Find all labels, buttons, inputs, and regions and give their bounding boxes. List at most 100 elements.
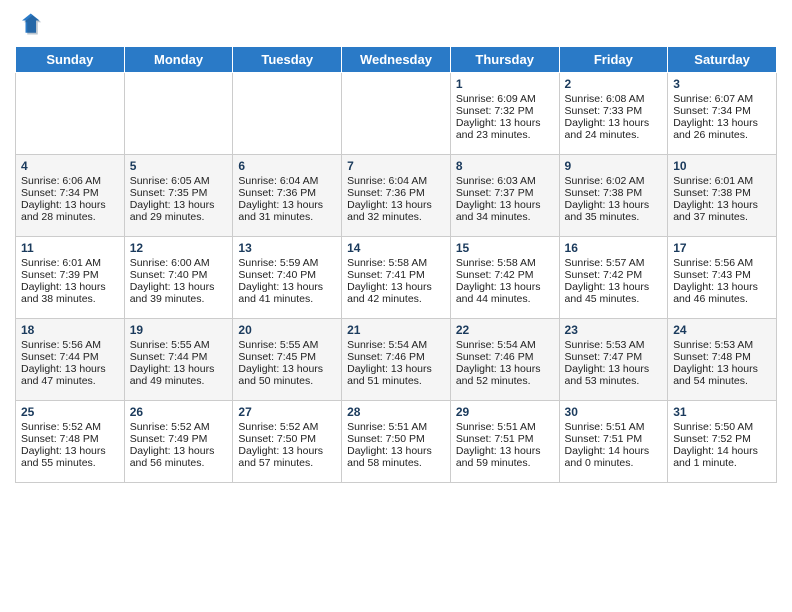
cell-content-line: Sunrise: 5:53 AM — [565, 339, 663, 351]
day-number: 20 — [238, 323, 336, 337]
header — [15, 10, 777, 38]
cell-content-line: Daylight: 14 hours — [565, 445, 663, 457]
page-container: SundayMondayTuesdayWednesdayThursdayFrid… — [0, 0, 792, 493]
day-header-friday: Friday — [559, 47, 668, 73]
calendar-cell: 6Sunrise: 6:04 AMSunset: 7:36 PMDaylight… — [233, 155, 342, 237]
calendar-cell: 2Sunrise: 6:08 AMSunset: 7:33 PMDaylight… — [559, 73, 668, 155]
cell-content-line: Daylight: 13 hours — [565, 199, 663, 211]
day-number: 28 — [347, 405, 445, 419]
cell-content-line: Sunrise: 6:01 AM — [21, 257, 119, 269]
cell-content-line: Sunrise: 6:05 AM — [130, 175, 228, 187]
cell-content-line: Sunset: 7:52 PM — [673, 433, 771, 445]
cell-content-line: Sunrise: 5:56 AM — [673, 257, 771, 269]
cell-content-line: and 38 minutes. — [21, 293, 119, 305]
calendar-cell: 1 Sunrise: 6:09 AMSunset: 7:32 PMDaylight… — [450, 73, 559, 155]
day-number: 26 — [130, 405, 228, 419]
cell-content-line: Sunset: 7:34 PM — [673, 105, 771, 117]
cell-content-line: Daylight: 13 hours — [456, 117, 554, 129]
calendar-cell: 27Sunrise: 5:52 AMSunset: 7:50 PMDayligh… — [233, 401, 342, 483]
cell-content-line: and 55 minutes. — [21, 457, 119, 469]
day-number: 1 — [456, 77, 554, 91]
calendar-cell: 15Sunrise: 5:58 AMSunset: 7:42 PMDayligh… — [450, 237, 559, 319]
cell-content-line: and 58 minutes. — [347, 457, 445, 469]
cell-content-line: and 32 minutes. — [347, 211, 445, 223]
cell-content-line: Daylight: 13 hours — [347, 199, 445, 211]
cell-content-line: Sunrise: 5:53 AM — [673, 339, 771, 351]
cell-content-line: Daylight: 13 hours — [130, 281, 228, 293]
day-header-monday: Monday — [124, 47, 233, 73]
day-number: 19 — [130, 323, 228, 337]
calendar-cell — [342, 73, 451, 155]
day-number: 17 — [673, 241, 771, 255]
calendar-cell: 25Sunrise: 5:52 AMSunset: 7:48 PMDayligh… — [16, 401, 125, 483]
calendar-cell: 14Sunrise: 5:58 AMSunset: 7:41 PMDayligh… — [342, 237, 451, 319]
calendar-cell: 24Sunrise: 5:53 AMSunset: 7:48 PMDayligh… — [668, 319, 777, 401]
calendar-cell: 28 Sunrise: 5:51 AMSunset: 7:50 PMDayligh… — [342, 401, 451, 483]
cell-content-line: Sunrise: 6:09 AM — [456, 93, 554, 105]
calendar-week-1: 1Sunrise: 6:09 AMSunset: 7:32 PMDaylight… — [16, 73, 777, 155]
calendar-cell: 5 Sunrise: 6:05 AMSunset: 7:35 PMDaylight… — [124, 155, 233, 237]
day-number: 21 — [347, 323, 445, 337]
cell-content-line: and 45 minutes. — [565, 293, 663, 305]
day-number: 10 — [673, 159, 771, 173]
cell-content-line: Sunset: 7:43 PM — [673, 269, 771, 281]
calendar-cell: 29Sunrise: 5:51 AMSunset: 7:51 PMDayligh… — [450, 401, 559, 483]
calendar-cell: 7Sunrise: 6:04 AMSunset: 7:36 PMDaylight… — [342, 155, 451, 237]
cell-content-line: and 31 minutes. — [238, 211, 336, 223]
day-number: 24 — [673, 323, 771, 337]
cell-content-line: and 49 minutes. — [130, 375, 228, 387]
cell-content-line: Daylight: 13 hours — [673, 199, 771, 211]
calendar-cell: 11Sunrise: 6:01 AMSunset: 7:39 PMDayligh… — [16, 237, 125, 319]
cell-content-line: and 47 minutes. — [21, 375, 119, 387]
cell-content-line: Sunrise: 5:57 AM — [565, 257, 663, 269]
cell-content-line: and 54 minutes. — [673, 375, 771, 387]
cell-content-line: Daylight: 13 hours — [565, 117, 663, 129]
cell-content-line: and 0 minutes. — [565, 457, 663, 469]
day-number: 31 — [673, 405, 771, 419]
cell-content-line: Sunset: 7:46 PM — [456, 351, 554, 363]
cell-content-line: Sunset: 7:35 PM — [130, 187, 228, 199]
cell-content-line: Sunset: 7:51 PM — [456, 433, 554, 445]
calendar-header-row: SundayMondayTuesdayWednesdayThursdayFrid… — [16, 47, 777, 73]
day-number: 15 — [456, 241, 554, 255]
cell-content-line: Daylight: 13 hours — [130, 199, 228, 211]
cell-content-line: Daylight: 13 hours — [347, 363, 445, 375]
calendar-week-4: 18Sunrise: 5:56 AMSunset: 7:44 PMDayligh… — [16, 319, 777, 401]
calendar-cell: 26Sunrise: 5:52 AMSunset: 7:49 PMDayligh… — [124, 401, 233, 483]
cell-content-line: Daylight: 13 hours — [21, 445, 119, 457]
cell-content-line: Sunset: 7:48 PM — [673, 351, 771, 363]
day-header-sunday: Sunday — [16, 47, 125, 73]
cell-content-line: and 53 minutes. — [565, 375, 663, 387]
day-number: 9 — [565, 159, 663, 173]
calendar-cell: 10Sunrise: 6:01 AMSunset: 7:38 PMDayligh… — [668, 155, 777, 237]
cell-content-line: Sunrise: 6:08 AM — [565, 93, 663, 105]
cell-content-line: Sunset: 7:32 PM — [456, 105, 554, 117]
cell-content-line: Daylight: 13 hours — [565, 363, 663, 375]
calendar-week-3: 11Sunrise: 6:01 AMSunset: 7:39 PMDayligh… — [16, 237, 777, 319]
cell-content-line: Sunrise: 5:58 AM — [347, 257, 445, 269]
cell-content-line: and 35 minutes. — [565, 211, 663, 223]
day-number: 13 — [238, 241, 336, 255]
cell-content-line: Sunset: 7:45 PM — [238, 351, 336, 363]
day-number: 22 — [456, 323, 554, 337]
day-number: 12 — [130, 241, 228, 255]
cell-content-line: Sunset: 7:33 PM — [565, 105, 663, 117]
cell-content-line: Daylight: 13 hours — [347, 281, 445, 293]
cell-content-line: Sunrise: 5:58 AM — [456, 257, 554, 269]
cell-content-line: Daylight: 13 hours — [238, 363, 336, 375]
calendar-cell: 18Sunrise: 5:56 AMSunset: 7:44 PMDayligh… — [16, 319, 125, 401]
cell-content-line: Sunset: 7:41 PM — [347, 269, 445, 281]
cell-content-line: Sunset: 7:47 PM — [565, 351, 663, 363]
day-number: 8 — [456, 159, 554, 173]
cell-content-line: Sunrise: 5:51 AM — [347, 421, 445, 433]
cell-content-line: Sunrise: 5:52 AM — [238, 421, 336, 433]
cell-content-line: Sunset: 7:49 PM — [130, 433, 228, 445]
day-number: 5 — [130, 159, 228, 173]
cell-content-line: Sunrise: 6:06 AM — [21, 175, 119, 187]
cell-content-line: and 57 minutes. — [238, 457, 336, 469]
cell-content-line: Sunset: 7:48 PM — [21, 433, 119, 445]
cell-content-line: Daylight: 13 hours — [347, 445, 445, 457]
calendar-cell: 16Sunrise: 5:57 AMSunset: 7:42 PMDayligh… — [559, 237, 668, 319]
cell-content-line: Sunset: 7:50 PM — [347, 433, 445, 445]
calendar-cell: 17Sunrise: 5:56 AMSunset: 7:43 PMDayligh… — [668, 237, 777, 319]
